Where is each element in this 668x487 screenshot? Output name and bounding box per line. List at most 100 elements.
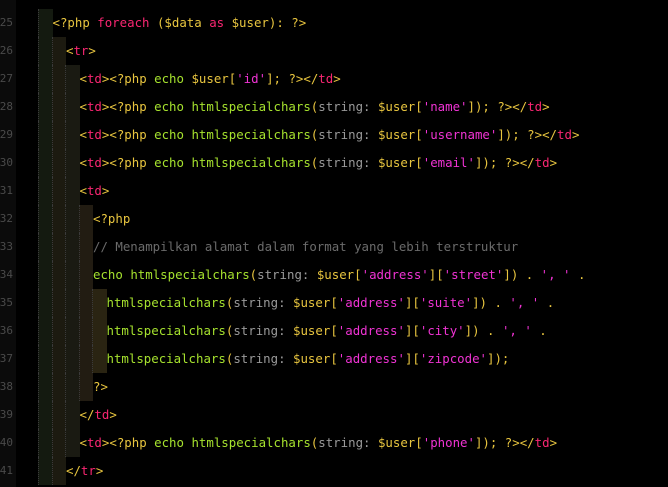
indent-guide: [38, 289, 53, 317]
code-token: 'phone': [422, 435, 475, 450]
code-token: echo: [154, 99, 184, 114]
code-token: ): ?>: [268, 15, 307, 30]
code-token: >: [101, 183, 110, 198]
code-token: 'address': [361, 267, 429, 282]
code-token: ]) .: [464, 323, 502, 338]
code-token: .: [570, 267, 586, 282]
indent-guide: [51, 429, 66, 457]
code-token: td: [527, 99, 543, 114]
code-token: <?php: [109, 435, 155, 450]
code-token: >: [95, 463, 104, 478]
code-token: <?php: [109, 99, 155, 114]
code-token: 'address': [337, 323, 405, 338]
code-token: htmlspecialchars: [191, 155, 311, 170]
code-text: <td><?php echo htmlspecialchars(string: …: [80, 435, 558, 451]
code-token: 'name': [422, 99, 468, 114]
code-text: htmlspecialchars(string: $user['address'…: [107, 295, 555, 311]
code-token: <?php: [109, 127, 155, 142]
code-token: ?>: [93, 379, 108, 394]
code-token: td: [86, 183, 102, 198]
code-token: ][: [404, 323, 420, 338]
code-token: <?php: [93, 211, 131, 226]
line-number: 40: [0, 436, 13, 449]
code-line[interactable]: 36 htmlspecialchars(string: $user['addres…: [0, 317, 668, 345]
code-token: 'city': [419, 323, 465, 338]
code-line[interactable]: 26 <tr>: [0, 37, 668, 65]
code-line[interactable]: 35 htmlspecialchars(string: $user['addres…: [0, 289, 668, 317]
indent-guide: [92, 345, 107, 373]
code-token: $user: [377, 99, 416, 114]
code-token: [: [415, 99, 423, 114]
code-line[interactable]: 37 htmlspecialchars(string: $user['addres…: [0, 345, 668, 373]
code-token: </: [66, 463, 81, 478]
indent-guide: [65, 205, 80, 233]
code-editor[interactable]: 25 <?php foreach ($data as $user): ?> 26 <t…: [0, 0, 668, 487]
code-token: // Menampilkan alamat dalam format yang …: [93, 239, 519, 254]
line-number: 41: [0, 464, 13, 477]
code-line[interactable]: 40 <td><?php echo htmlspecialchars(string…: [0, 429, 668, 457]
code-token: tr: [73, 43, 89, 58]
code-token: htmlspecialchars: [191, 99, 311, 114]
code-line[interactable]: 29 <td><?php echo htmlspecialchars(string…: [0, 121, 668, 149]
code-line[interactable]: 39 </td>: [0, 401, 668, 429]
code-line[interactable]: 38 ?>: [0, 373, 668, 401]
code-text: // Menampilkan alamat dalam format yang …: [93, 239, 518, 255]
code-line[interactable]: 33 // Menampilkan alamat dalam format yan…: [0, 233, 668, 261]
code-token: >: [88, 43, 96, 58]
indent-guide: [38, 317, 53, 345]
code-token: .: [539, 295, 555, 310]
indent-guide: [51, 177, 66, 205]
code-token: >: [571, 127, 580, 142]
code-token: $user: [231, 15, 269, 30]
code-token: as: [209, 15, 225, 30]
indent-guide: [38, 121, 53, 149]
code-token: 'address': [337, 295, 405, 310]
code-token: ]); ?></: [474, 155, 535, 170]
indent-guide: [51, 401, 66, 429]
indent-guide: [78, 373, 93, 401]
indent-guide: [65, 345, 80, 373]
code-token: [: [330, 323, 338, 338]
code-token: 'street': [443, 267, 504, 282]
indent-guide: [51, 65, 66, 93]
line-number: 33: [0, 240, 13, 253]
indent-guide: [38, 177, 53, 205]
code-text: </tr>: [66, 463, 103, 479]
code-token: >: [542, 99, 550, 114]
code-token: htmlspecialchars: [191, 435, 311, 450]
indent-guide: [65, 261, 80, 289]
code-token: ]) .: [472, 295, 510, 310]
code-line[interactable]: 25 <?php foreach ($data as $user): ?>: [0, 9, 668, 37]
indent-guide: [65, 401, 80, 429]
indent-guide: [38, 373, 53, 401]
indent-guide: [38, 233, 53, 261]
line-number: 38: [0, 380, 13, 393]
indent-guide: [38, 345, 53, 373]
indent-guide: [51, 121, 66, 149]
indent-guide: [51, 149, 66, 177]
indent-guide: [92, 317, 107, 345]
indent-guide: [78, 233, 93, 261]
code-line[interactable]: 34 echo htmlspecialchars(string: $user['a…: [0, 261, 668, 289]
code-line[interactable]: 27 <td><?php echo $user['id']; ?></td>: [0, 65, 668, 93]
code-token: ][: [404, 351, 420, 366]
code-token: [: [415, 155, 423, 170]
code-token: foreach: [97, 15, 150, 30]
code-line[interactable]: 32 <?php: [0, 205, 668, 233]
code-token: [: [415, 127, 423, 142]
code-token: $user: [293, 295, 331, 310]
code-line[interactable]: 28 <td><?php echo htmlspecialchars(string…: [0, 93, 668, 121]
code-token: string:: [318, 127, 378, 142]
code-line[interactable]: 31 <td>: [0, 177, 668, 205]
code-line[interactable]: 41 </tr>: [0, 457, 668, 485]
indent-guide: [38, 401, 53, 429]
code-line[interactable]: 30 <td><?php echo htmlspecialchars(string…: [0, 149, 668, 177]
indent-guide: [65, 93, 80, 121]
code-token: </: [79, 407, 95, 422]
code-token: $data: [164, 15, 202, 30]
code-token: string:: [257, 267, 317, 282]
code-token: 'id': [236, 71, 267, 86]
line-number: 37: [0, 352, 13, 365]
indent-guide: [38, 93, 53, 121]
code-token: td: [86, 127, 102, 142]
